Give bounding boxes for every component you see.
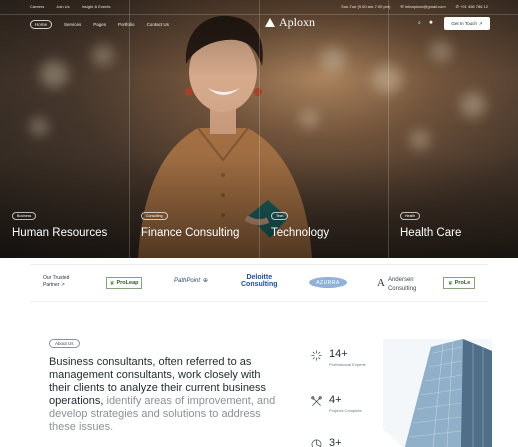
partner-logo-proleap-2: ❦ ProLe bbox=[443, 277, 475, 289]
column-divider bbox=[388, 0, 389, 258]
chart-icon bbox=[311, 439, 322, 447]
arrow-up-right-icon: ↗ bbox=[60, 282, 65, 288]
get-in-touch-button[interactable]: Get In Touch ↗ bbox=[444, 17, 490, 30]
partner-logo-proleap: ❦ ProLeap bbox=[106, 277, 142, 289]
about-us-tag: About Us bbox=[49, 339, 80, 348]
partner-logo-azurra: AZURRA bbox=[309, 277, 347, 288]
trusted-partner-label[interactable]: Our Trusted Partner ↗ bbox=[43, 275, 69, 289]
theme-toggle-icon[interactable]: ✹ bbox=[429, 20, 433, 26]
topbar-hours: Sun-Tue (9.00 am-7.00 pm) bbox=[341, 4, 391, 9]
service-finance-consulting[interactable]: Consulting Finance Consulting bbox=[141, 204, 239, 239]
service-health-care[interactable]: Health Health Care bbox=[400, 204, 461, 239]
partner-logo-deloitte: Deloitte Consulting bbox=[241, 274, 278, 288]
search-icon[interactable]: ⌕ bbox=[418, 20, 421, 26]
trusted-label-line2: Partner bbox=[43, 282, 60, 288]
topbar-email-text: Infoaploxn@gmail.com bbox=[404, 4, 446, 9]
topbar-email[interactable]: ✉ Infoaploxn@gmail.com bbox=[400, 4, 445, 9]
partner-logo-andersen: A Andersen Consulting bbox=[377, 274, 416, 292]
main-nav: Home Services Pages Portfolio Contact Us bbox=[0, 15, 518, 35]
stat-label: Projects Complete bbox=[329, 408, 362, 413]
azurra-name: AZURRA bbox=[316, 279, 340, 286]
stat-experts: 14+ Professional Experts bbox=[311, 348, 366, 367]
service-tag: Consulting bbox=[141, 212, 168, 220]
leaf-icon: ❦ bbox=[109, 280, 115, 287]
stat-number: 14+ bbox=[329, 348, 348, 360]
stat-number: 4+ bbox=[329, 394, 342, 406]
mail-icon: ✉ bbox=[400, 4, 404, 9]
proleap-name-2: ProLe bbox=[454, 280, 471, 286]
service-title: Technology bbox=[271, 227, 330, 239]
nav-item-contact[interactable]: Contact Us bbox=[147, 22, 169, 27]
about-description: Business consultants, often referred to … bbox=[49, 356, 284, 434]
trusted-label-line1: Our Trusted bbox=[43, 275, 70, 281]
topbar-phone[interactable]: ✆ +91 456 786 12 bbox=[456, 4, 488, 9]
service-title: Health Care bbox=[400, 227, 462, 239]
nav-item-services[interactable]: Services bbox=[64, 22, 81, 27]
service-title: Finance Consulting bbox=[141, 227, 240, 239]
nav-item-portfolio[interactable]: Portfolio bbox=[118, 22, 135, 27]
proleap-name: ProLeap bbox=[116, 280, 139, 286]
topbar-link-join[interactable]: Join Us bbox=[56, 4, 69, 9]
arrow-up-right-icon: ↗ bbox=[478, 20, 483, 26]
andersen-name: Andersen bbox=[387, 277, 414, 283]
phone-icon: ✆ bbox=[455, 4, 459, 9]
service-technology[interactable]: Tech Technology bbox=[271, 204, 329, 239]
stat-number: 3+ bbox=[329, 437, 342, 447]
service-tag: Tech bbox=[271, 212, 289, 220]
column-divider bbox=[129, 0, 130, 258]
stat-label: Professional Experts bbox=[329, 362, 366, 367]
deloitte-name: Deloitte bbox=[246, 274, 273, 281]
pathpoint-name: PathPoint bbox=[174, 277, 201, 284]
hero-section: Careers Join Us Insight & Events Sun-Tue… bbox=[0, 0, 518, 258]
stat-projects: 4+ Projects Complete bbox=[311, 394, 362, 413]
service-title: Human Resources bbox=[12, 227, 108, 239]
topbar-link-careers[interactable]: Careers bbox=[30, 4, 44, 9]
crosshair-icon: ⊕ bbox=[203, 278, 209, 284]
stat-third: 3+ bbox=[311, 437, 342, 447]
partners-strip: Our Trusted Partner ↗ ❦ ProLeap PathPoin… bbox=[30, 264, 488, 302]
column-divider bbox=[259, 0, 260, 258]
service-tag: Health bbox=[400, 212, 421, 220]
leaf-icon: ❦ bbox=[447, 280, 453, 287]
tools-icon bbox=[311, 396, 322, 406]
brand-name: Aploxn bbox=[279, 15, 315, 29]
andersen-sub: Consulting bbox=[387, 286, 417, 292]
service-human-resources[interactable]: Business Human Resources bbox=[12, 204, 107, 239]
proleap-badge: ❦ ProLeap bbox=[106, 277, 142, 289]
andersen-a-icon: A bbox=[377, 277, 385, 289]
partner-logo-pathpoint: PathPoint ⊕ bbox=[174, 277, 209, 285]
nav-item-pages[interactable]: Pages bbox=[93, 22, 106, 27]
service-tag: Business bbox=[12, 212, 37, 220]
building-image bbox=[383, 339, 492, 447]
logo-triangle-icon bbox=[265, 18, 275, 27]
cta-label: Get In Touch bbox=[451, 21, 477, 26]
proleap-badge-2: ❦ ProLe bbox=[443, 277, 475, 289]
brand-logo[interactable]: Aploxn bbox=[265, 15, 315, 30]
top-bar: Careers Join Us Insight & Events Sun-Tue… bbox=[0, 0, 518, 15]
topbar-link-insights[interactable]: Insight & Events bbox=[82, 4, 111, 9]
topbar-phone-text: +91 456 786 12 bbox=[460, 4, 488, 9]
deloitte-sub: Consulting bbox=[241, 281, 278, 288]
sparkle-icon bbox=[311, 350, 322, 361]
azurra-badge: AZURRA bbox=[309, 277, 347, 288]
nav-item-home[interactable]: Home bbox=[30, 20, 53, 29]
